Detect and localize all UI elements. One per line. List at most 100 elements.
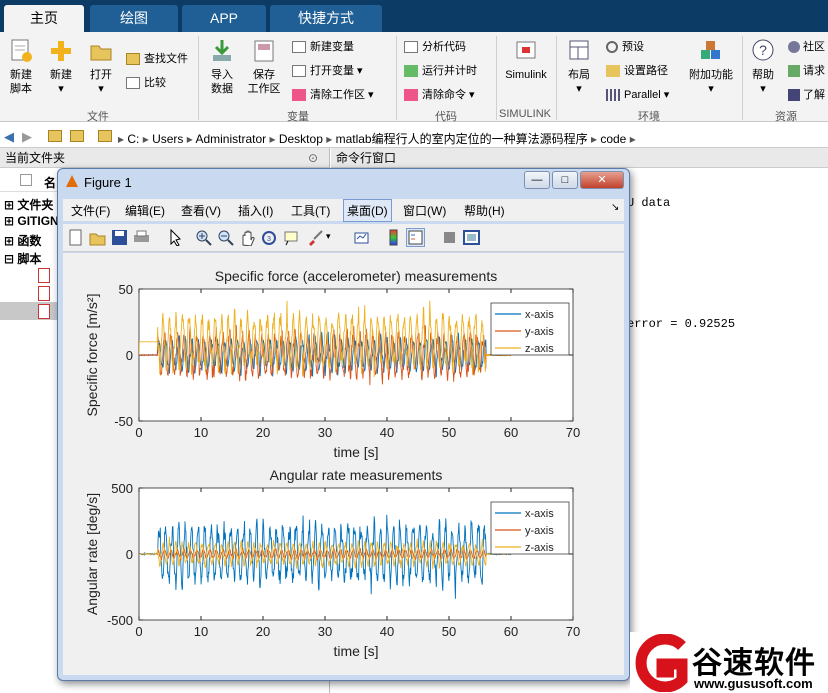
tab-plots[interactable]: 绘图 (90, 5, 178, 32)
new-variable-button[interactable]: 新建变量 (292, 40, 354, 54)
menu-desktop[interactable]: 桌面(D) (343, 199, 392, 222)
close-button[interactable]: ✕ (580, 171, 624, 189)
run-and-time-button[interactable]: 运行并计时 (404, 64, 477, 78)
dock-arrow-icon[interactable]: ↘ (611, 202, 619, 213)
request-support-button[interactable]: 请求 (788, 64, 825, 78)
menu-edit[interactable]: 编辑(E) (125, 202, 165, 219)
menu-file[interactable]: 文件(F) (71, 202, 110, 219)
legend-icon[interactable] (406, 228, 425, 247)
script-file-icon[interactable] (38, 286, 50, 301)
colorbar-icon[interactable] (385, 229, 402, 246)
figure-plots: 0 10 20 30 40 50 60 70-50050x-axisy-axisz-axisS… (84, 268, 580, 659)
folder-group-functions[interactable]: ⊞ 函数 (4, 232, 41, 249)
name-column-header[interactable]: 名 (44, 174, 56, 191)
zoom-in-icon[interactable] (195, 229, 212, 246)
data-cursor-icon[interactable] (283, 229, 300, 246)
analyze-code-button[interactable]: 分析代码 (404, 40, 466, 54)
breadcrumb-item[interactable]: Administrator (195, 132, 266, 146)
figure-window: Figure 1 — □ ✕ 文件(F) 编辑(E) 查看(V) 插入(I) 工… (57, 168, 630, 681)
new-script-button[interactable]: 新建 脚本 (4, 38, 38, 96)
script-file-icon[interactable] (38, 304, 50, 319)
brush-icon[interactable] (307, 229, 324, 246)
new-button[interactable]: 新建 ▾ (44, 38, 78, 96)
breadcrumb: ▸ C: ▸ Users ▸ Administrator ▸ Desktop ▸… (118, 132, 636, 146)
new-variable-icon (292, 41, 306, 54)
open-variable-button[interactable]: 打开变量 ▾ (292, 64, 363, 78)
panel-menu-icon[interactable]: ⊙ (308, 148, 318, 168)
find-files-button[interactable]: 查找文件 (126, 52, 188, 66)
selected-row[interactable] (0, 302, 60, 320)
breadcrumb-item[interactable]: code (600, 132, 626, 146)
layout-button[interactable]: 布局 ▾ (560, 38, 598, 96)
open-file-icon[interactable] (89, 229, 106, 246)
chevron-down-icon: ▾ (760, 83, 766, 95)
breadcrumb-item[interactable]: Users (152, 132, 183, 146)
tab-home[interactable]: 主页 (4, 5, 84, 32)
folder-group-scripts[interactable]: ⊟ 脚本 (4, 250, 41, 267)
import-data-button[interactable]: 导入 数据 (204, 38, 240, 96)
y-tick-label: -500 (107, 613, 133, 628)
maximize-button[interactable]: □ (552, 171, 578, 189)
run-time-label: 运行并计时 (422, 65, 477, 77)
x-tick-label: 50 (442, 624, 456, 639)
folder-icon (606, 65, 620, 78)
divider (742, 36, 743, 120)
link-plot-icon[interactable] (353, 229, 370, 246)
community-button[interactable]: 社区 (788, 40, 825, 54)
watermark: 谷速软件 www.gususoft.com (630, 632, 828, 693)
section-variable: 变量 (287, 111, 309, 123)
tab-apps[interactable]: APP (182, 5, 266, 32)
section-environment: 环境 (638, 111, 660, 123)
preferences-button[interactable]: 预设 (606, 40, 644, 54)
script-file-icon[interactable] (38, 268, 50, 283)
tab-shortcuts[interactable]: 快捷方式 (270, 5, 382, 32)
new-figure-icon[interactable] (67, 229, 84, 246)
pan-hand-icon[interactable] (239, 229, 256, 246)
menu-insert[interactable]: 插入(I) (238, 202, 273, 219)
folder-group-folders[interactable]: ⊞ 文件夹 (4, 196, 53, 213)
clear-workspace-button[interactable]: 清除工作区 ▾ (292, 88, 374, 102)
menu-view[interactable]: 查看(V) (181, 202, 221, 219)
x-tick-label: 0 (135, 624, 142, 639)
browse-folder-icon[interactable] (70, 130, 84, 142)
folder-group-gitignore[interactable]: ⊞ GITIGN (4, 214, 59, 228)
show-plot-tools-icon[interactable] (463, 229, 480, 246)
up-folder-icon[interactable] (48, 130, 62, 142)
y-tick-label: -50 (114, 414, 133, 429)
rotate-3d-icon[interactable]: 3 (261, 229, 278, 246)
gusu-logo-icon (635, 634, 688, 692)
breadcrumb-item[interactable]: Desktop (279, 132, 323, 146)
minimize-button[interactable]: — (524, 171, 550, 189)
menu-help[interactable]: 帮助(H) (464, 202, 505, 219)
simulink-button[interactable]: Simulink (500, 38, 552, 82)
breadcrumb-item[interactable]: C: (127, 132, 139, 146)
select-pointer-icon[interactable] (167, 229, 184, 246)
save-workspace-button[interactable]: 保存 工作区 (244, 38, 284, 96)
forward-arrow-icon[interactable]: ▶ (22, 129, 32, 145)
back-arrow-icon[interactable]: ◀ (4, 129, 14, 145)
breadcrumb-item[interactable]: matlab编程行人的室内定位的一种算法源码程序 (336, 132, 588, 146)
current-folder-title: 当前文件夹 (5, 151, 66, 165)
analyze-icon (404, 41, 418, 54)
save-icon[interactable] (111, 229, 128, 246)
print-icon[interactable] (133, 229, 150, 246)
set-path-button[interactable]: 设置路径 (606, 64, 668, 78)
parallel-button[interactable]: Parallel ▾ (606, 88, 669, 102)
hide-plot-tools-icon[interactable] (441, 229, 458, 246)
command-output-line: error = 0.92525 (627, 317, 736, 331)
help-button[interactable]: ? 帮助 ▾ (746, 38, 780, 96)
addons-button[interactable]: 附加功能 ▾ (686, 38, 736, 96)
open-variable-label: 打开变量 (310, 65, 354, 77)
clear-commands-button[interactable]: 清除命令 ▾ (404, 88, 475, 102)
learn-button[interactable]: 了解 (788, 88, 825, 102)
compare-button[interactable]: 比较 (126, 76, 166, 90)
open-label: 打开 (90, 69, 112, 81)
compare-icon (126, 77, 140, 90)
chart-title: Angular rate measurements (270, 467, 443, 483)
menu-window[interactable]: 窗口(W) (403, 202, 446, 219)
section-resources: 资源 (775, 111, 797, 123)
open-button[interactable]: 打开 ▾ (84, 38, 118, 96)
chevron-down-icon[interactable]: ▾ (326, 231, 331, 242)
menu-tools[interactable]: 工具(T) (291, 202, 330, 219)
zoom-out-icon[interactable] (217, 229, 234, 246)
